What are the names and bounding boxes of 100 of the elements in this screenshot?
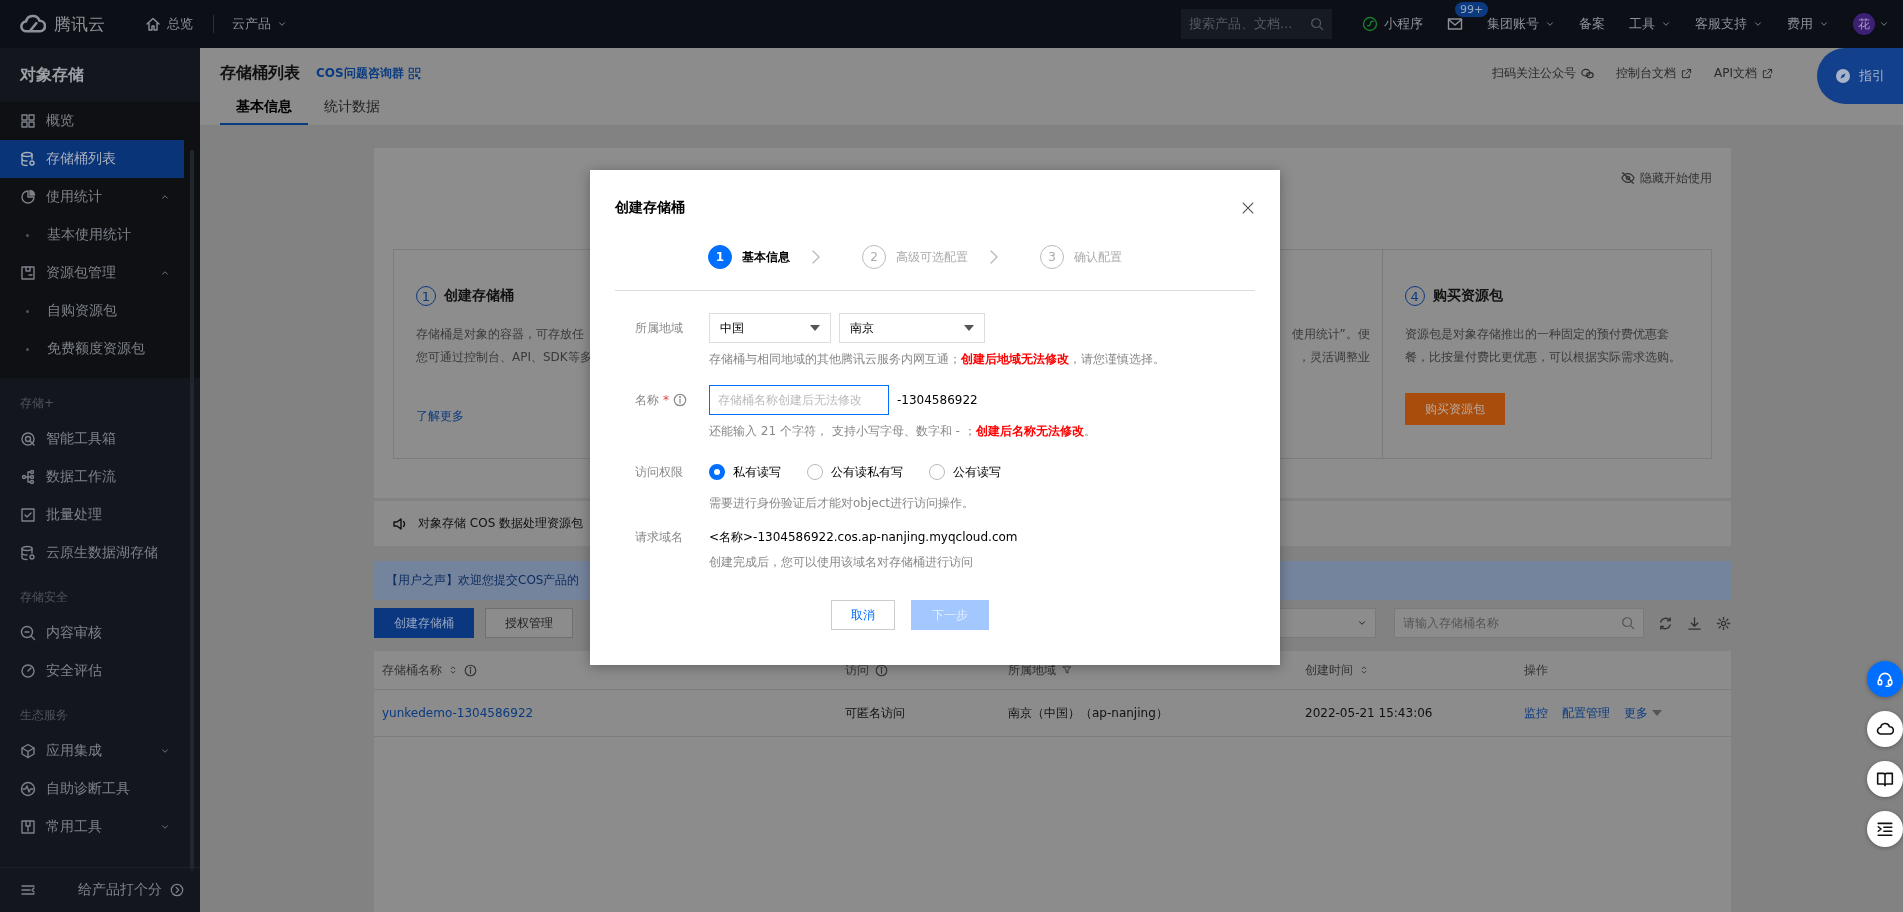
region-select[interactable]: 南京 xyxy=(839,313,985,343)
nav-menu[interactable]: 集团账号 xyxy=(1487,15,1555,33)
nav-menu[interactable]: 费用 xyxy=(1787,15,1829,33)
nav-link[interactable]: 云产品 xyxy=(232,15,287,33)
nav-link[interactable]: 备案 xyxy=(1579,15,1605,33)
sidebar-item[interactable]: 批量处理 xyxy=(0,496,184,534)
radio-option[interactable]: 公有读私有写 xyxy=(807,463,903,481)
magnifier-icon xyxy=(20,625,36,641)
global-search-field[interactable]: 搜索产品、文档... xyxy=(1181,9,1332,39)
wizard-step: 1 基本信息 xyxy=(708,245,790,269)
external-link-icon xyxy=(1681,67,1692,79)
radio-option[interactable]: 私有读写 xyxy=(709,463,781,481)
sidebar-item[interactable]: 云原生数据湖存储 xyxy=(0,534,184,572)
sidebar-item[interactable]: 存储桶列表 xyxy=(0,140,184,178)
compass-icon xyxy=(1835,68,1851,84)
qr-code-icon xyxy=(407,66,421,80)
flow-icon xyxy=(20,469,36,485)
buy-package-button[interactable]: 购买资源包 xyxy=(1404,393,1505,425)
list-icon xyxy=(1876,820,1894,838)
sidebar-item[interactable]: 内容审核 xyxy=(0,614,184,652)
field-hint: 需要进行身份验证后才能对object进行访问操作。 xyxy=(709,495,975,511)
tab[interactable]: 统计数据 xyxy=(308,98,396,125)
target-icon xyxy=(20,431,36,447)
outline-button[interactable] xyxy=(1867,811,1903,847)
docs-button[interactable] xyxy=(1867,761,1903,797)
caret-icon xyxy=(810,325,820,331)
field-label: 请求域名 xyxy=(635,528,683,546)
chevron-up-icon xyxy=(160,192,170,202)
caret-icon xyxy=(160,822,170,832)
sort-icon xyxy=(448,665,458,675)
table-cell: 南京（中国）（ap-nanjing） xyxy=(1008,704,1168,722)
column-header: 所属地域 xyxy=(1008,661,1056,679)
user-avatar[interactable]: 花 xyxy=(1853,13,1875,35)
nav-menu[interactable]: 工具 xyxy=(1629,15,1671,33)
caret-icon xyxy=(1357,618,1367,628)
toolbar-button[interactable]: 授权管理 xyxy=(485,608,573,638)
sidebar-group-label: 生态服务 xyxy=(19,706,69,724)
close-button[interactable] xyxy=(1241,201,1255,215)
package-icon xyxy=(20,265,36,281)
notification-badge: 99+ xyxy=(1455,2,1489,17)
miniapp-link[interactable]: 小程序 xyxy=(1362,15,1423,33)
bucket-name-input[interactable]: 存储桶名称创建后无法修改 xyxy=(709,385,889,415)
header-link[interactable]: 控制台文档 xyxy=(1616,64,1692,82)
cloud-button[interactable] xyxy=(1867,711,1903,747)
nav-link[interactable]: 总览 xyxy=(145,15,193,33)
request-domain: <名称>-1304586922.cos.ap-nanjing.myqcloud.com xyxy=(709,529,1018,546)
caret-icon xyxy=(1819,19,1829,29)
column-header: 创建时间 xyxy=(1305,661,1353,679)
header-link[interactable]: API文档 xyxy=(1714,64,1773,82)
name-suffix: -1304586922 xyxy=(897,393,978,407)
sidebar-item[interactable]: 数据工作流 xyxy=(0,458,184,496)
caret-icon xyxy=(1879,19,1889,29)
feedback-banner-text: 【用户之声】欢迎您提交COS产品的 xyxy=(386,572,580,589)
sidebar-subitem[interactable]: 自购资源包 xyxy=(0,292,184,330)
external-link-icon xyxy=(1762,67,1773,79)
logo[interactable]: 腾讯云 xyxy=(20,11,145,37)
sidebar-item[interactable]: 自助诊断工具 xyxy=(0,770,184,808)
sidebar-item[interactable]: 使用统计 xyxy=(0,178,184,216)
miniapp-icon xyxy=(1362,16,1378,32)
sidebar-item[interactable]: 概览 xyxy=(0,102,184,140)
toolbar-button[interactable]: 创建存储桶 xyxy=(374,608,474,638)
hide-getting-started-link[interactable]: 隐藏开始使用 xyxy=(1621,168,1712,188)
step-description: 存储桶是对象的容器，可存放任 您可通过控制台、API、SDK等多 xyxy=(416,326,592,366)
row-action-link[interactable]: 配置管理 xyxy=(1562,704,1610,722)
region-select[interactable]: 中国 xyxy=(709,313,831,343)
sort-icon xyxy=(1359,665,1369,675)
nav-menu[interactable]: 客服支持 xyxy=(1695,15,1763,33)
caret-icon xyxy=(160,746,170,756)
cancel-button[interactable]: 取消 xyxy=(831,600,895,630)
radio-option[interactable]: 公有读写 xyxy=(929,463,1001,481)
info-icon xyxy=(875,663,888,677)
rate-product-link[interactable]: 给产品打个分 xyxy=(78,881,162,899)
speaker-icon xyxy=(392,515,408,532)
row-action-link[interactable]: 监控 xyxy=(1524,704,1548,722)
download-icon xyxy=(1687,615,1702,631)
caret-icon xyxy=(1652,710,1662,716)
sidebar-item[interactable]: 智能工具箱 xyxy=(0,420,184,458)
row-action-link[interactable]: 更多 xyxy=(1624,704,1662,722)
bucket-name-link[interactable]: yunkedemo-1304586922 xyxy=(382,706,534,720)
cloud-icon xyxy=(1876,720,1894,738)
sidebar-item[interactable]: 资源包管理 xyxy=(0,254,184,292)
header-link[interactable]: 扫码关注公众号 xyxy=(1492,64,1594,82)
sidebar-item[interactable]: 安全评估 xyxy=(0,652,184,690)
headset-icon xyxy=(1876,670,1894,688)
qr-group-link[interactable]: COS问题咨询群 xyxy=(316,64,421,82)
sidebar-item[interactable]: 应用集成 xyxy=(0,732,184,770)
sidebar-subitem[interactable]: 基本使用统计 xyxy=(0,216,184,254)
step-title: 购买资源包 xyxy=(1432,287,1503,305)
database-icon xyxy=(20,545,36,561)
mail-icon xyxy=(1447,16,1463,32)
filter-icon xyxy=(1062,665,1072,675)
sidebar-title: 对象存储 xyxy=(18,63,85,86)
checkbox-icon xyxy=(20,507,36,523)
tab[interactable]: 基本信息 xyxy=(220,98,308,125)
pie-chart-icon xyxy=(20,189,36,205)
support-button[interactable] xyxy=(1867,661,1903,697)
guide-button[interactable]: 指引 xyxy=(1817,48,1903,104)
sidebar-subitem[interactable]: 免费额度资源包 xyxy=(0,330,184,368)
learn-more-link[interactable]: 了解更多 xyxy=(416,408,464,425)
sidebar-item[interactable]: 常用工具 xyxy=(0,808,184,846)
